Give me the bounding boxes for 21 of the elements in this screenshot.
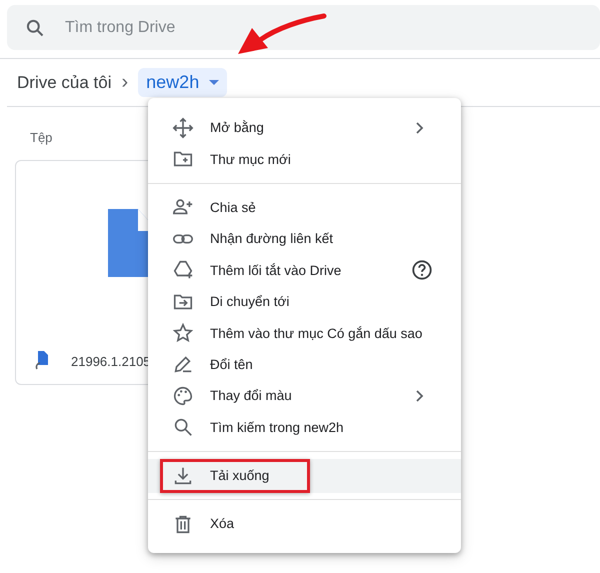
breadcrumb-separator: › (121, 71, 128, 94)
folder-dropdown[interactable]: new2h (138, 68, 228, 97)
shortcut-file-icon (34, 351, 48, 371)
chevron-right-icon (416, 122, 424, 134)
menu-item[interactable]: Tải xuống (148, 458, 461, 493)
drive-plus-icon (172, 259, 194, 282)
chevron-right-icon (416, 390, 424, 402)
menu-item[interactable]: Mở bằng (148, 112, 461, 144)
files-heading: Tệp (30, 130, 52, 146)
search-field[interactable]: Tìm trong Drive (63, 18, 367, 38)
help-icon[interactable] (411, 259, 433, 282)
palette-icon (172, 384, 194, 407)
breadcrumb-root[interactable]: Drive của tôi (17, 72, 112, 92)
dropdown-caret-icon (209, 80, 220, 86)
star-icon (172, 322, 194, 344)
four-arrows-icon (172, 116, 194, 139)
menu-item[interactable]: Tìm kiếm trong new2h (148, 412, 461, 443)
search-icon[interactable] (25, 18, 45, 38)
search-icon (172, 416, 194, 438)
file-name: 21996.1.2105 (71, 354, 151, 369)
menu-item[interactable]: Xóa (148, 508, 461, 540)
